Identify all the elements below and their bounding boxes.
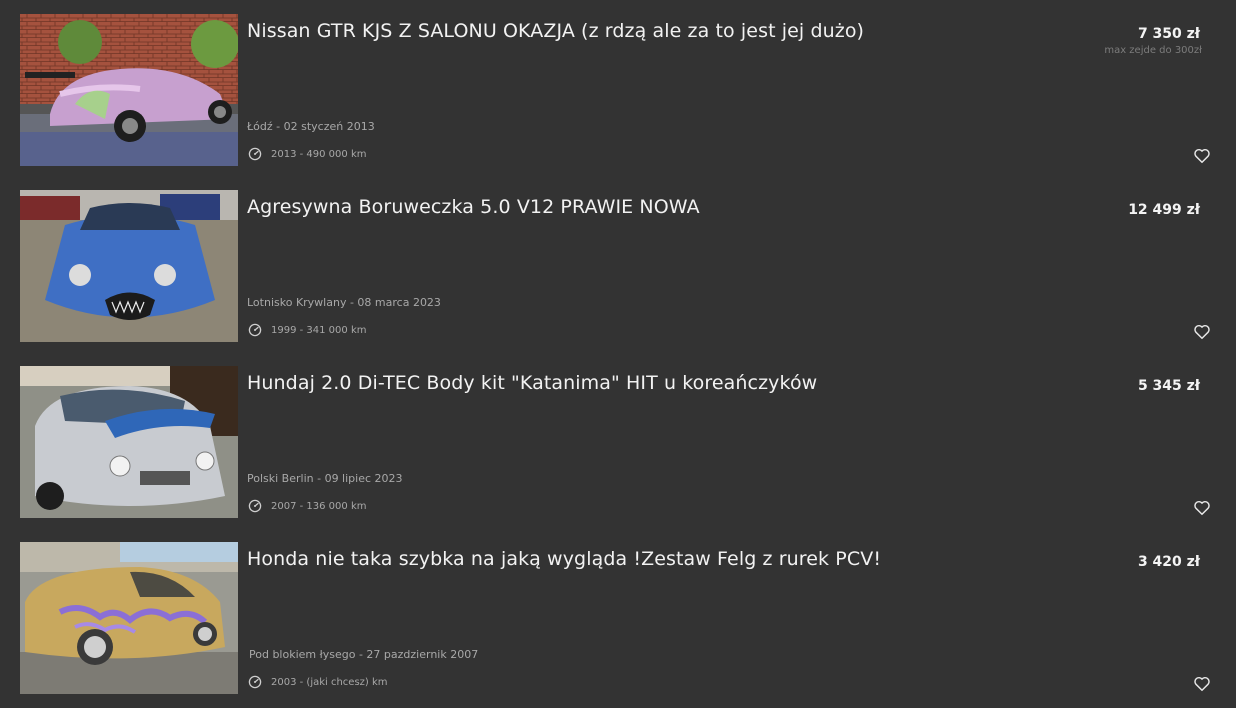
specs-text: 2007 - 136 000 km [271,500,367,512]
favorite-heart-icon[interactable] [1192,498,1212,518]
speedometer-icon [248,323,262,337]
listing-specs: 1999 - 341 000 km [248,322,366,338]
listing-thumbnail[interactable] [20,190,238,342]
listing-title[interactable]: Hundaj 2.0 Di-TEC Body kit "Katanima" HI… [247,372,817,394]
listing-title[interactable]: Agresywna Boruweczka 5.0 V12 PRAWIE NOWA [247,196,700,218]
car-photo-gold-sedan [20,542,238,694]
listing-item[interactable]: Hundaj 2.0 Di-TEC Body kit "Katanima" HI… [0,364,1236,540]
specs-text: 1999 - 341 000 km [271,324,367,336]
speedometer-icon [248,147,262,161]
listing-title[interactable]: Nissan GTR KJS Z SALONU OKAZJA (z rdzą a… [247,20,864,42]
listing-thumbnail[interactable] [20,542,238,694]
listing-specs: 2007 - 136 000 km [248,498,366,514]
car-photo-pink-coupe [20,14,238,166]
price-note: max zejde do 300zł [1104,45,1202,56]
favorite-heart-icon[interactable] [1192,146,1212,166]
listing-title[interactable]: Honda nie taka szybka na jaką wygląda !Z… [247,548,881,570]
listing-location-date: Łódź - 02 styczeń 2013 [247,120,375,133]
listing-thumbnail[interactable] [20,14,238,166]
favorite-heart-icon[interactable] [1192,674,1212,694]
listing-price: 12 499 zł [1128,202,1200,218]
listing-specs: 2003 - (jaki chcesz) km [248,674,388,690]
listing-list: Nissan GTR KJS Z SALONU OKAZJA (z rdzą a… [0,0,1236,708]
specs-text: 2003 - (jaki chcesz) km [271,676,388,688]
speedometer-icon [248,675,262,689]
listing-item[interactable]: Nissan GTR KJS Z SALONU OKAZJA (z rdzą a… [0,12,1236,188]
listing-location-date: Polski Berlin - 09 lipiec 2023 [247,472,403,485]
listing-price: 3 420 zł [1137,554,1200,570]
car-photo-silver-sedan [20,366,238,518]
speedometer-icon [248,499,262,513]
listing-specs: 2013 - 490 000 km [248,146,366,162]
listing-location-date: Pod blokiem łysego - 27 pazdziernik 2007 [249,648,479,661]
favorite-heart-icon[interactable] [1192,322,1212,342]
car-photo-blue-hatchback [20,190,238,342]
listing-location-date: Lotnisko Krywlany - 08 marca 2023 [247,296,441,309]
listing-item[interactable]: Agresywna Boruweczka 5.0 V12 PRAWIE NOWA… [0,188,1236,364]
specs-text: 2013 - 490 000 km [271,148,367,160]
listing-price: 7 350 zł [1137,26,1200,42]
listing-price: 5 345 zł [1137,378,1200,394]
listing-item[interactable]: Honda nie taka szybka na jaką wygląda !Z… [0,540,1236,708]
listing-thumbnail[interactable] [20,366,238,518]
